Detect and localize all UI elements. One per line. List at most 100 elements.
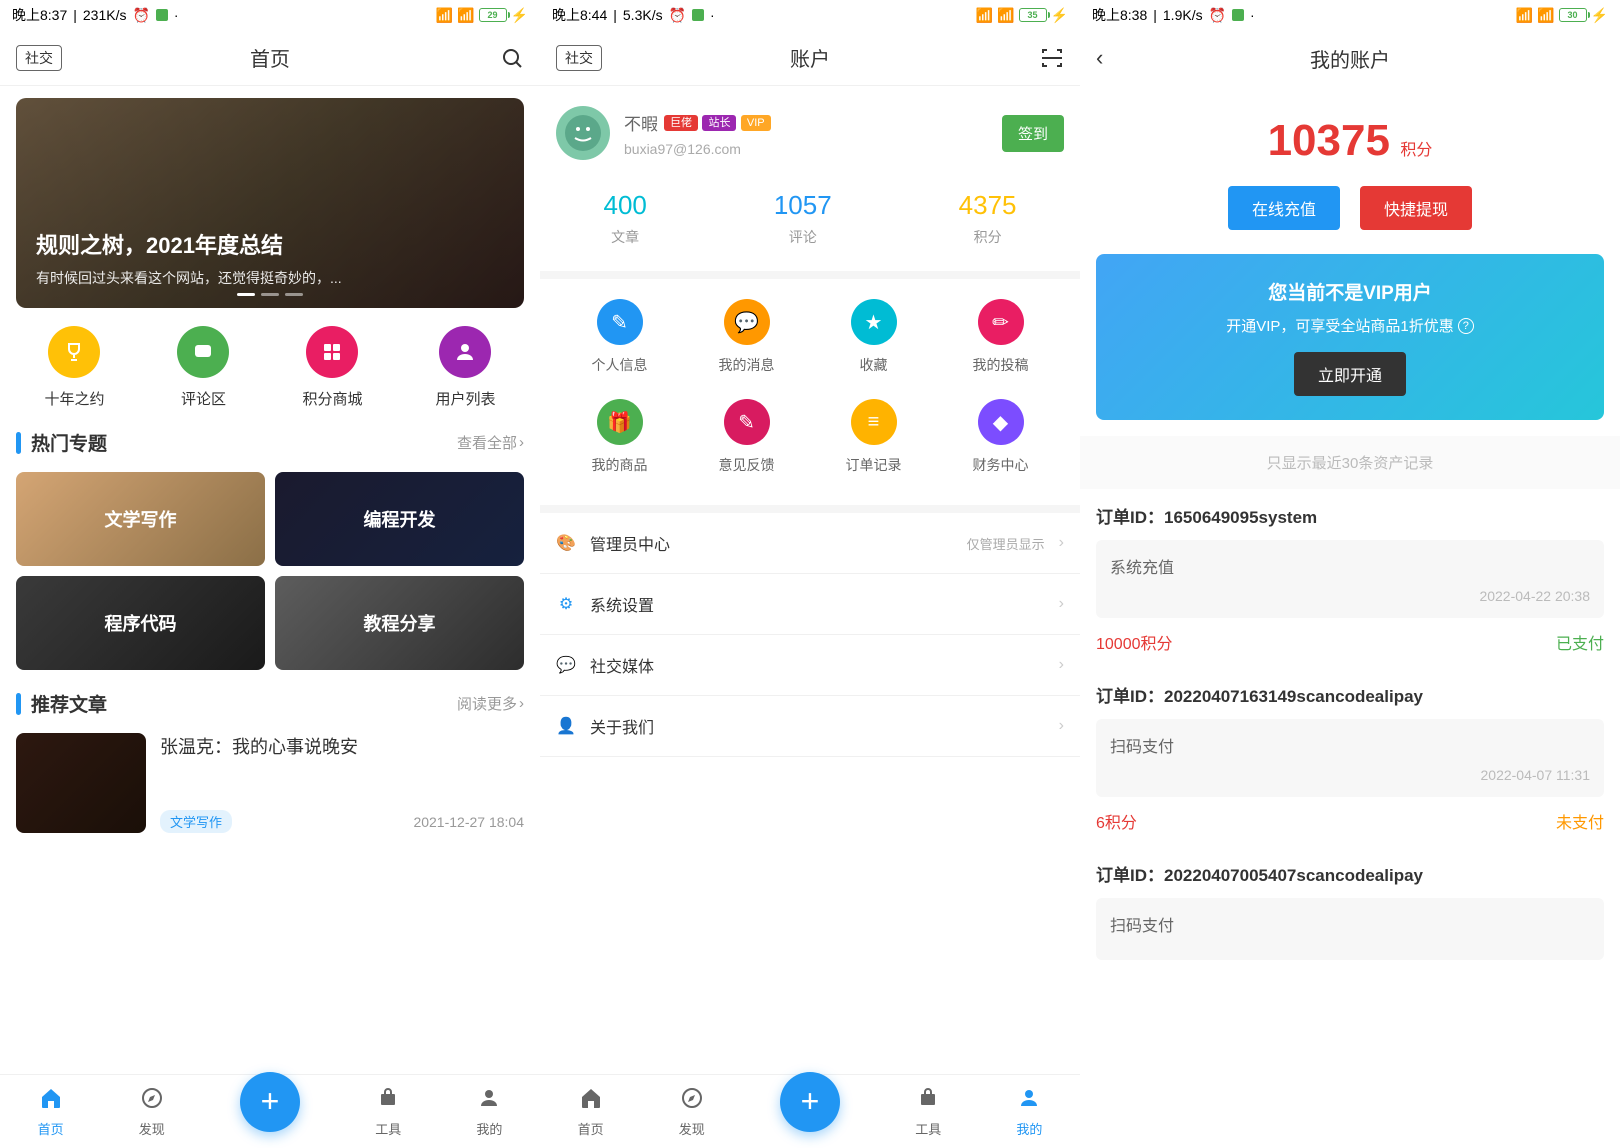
list-menu-item[interactable]: 🎨 管理员中心 仅管理员显示 › xyxy=(540,513,1080,574)
screen-my-account: 晚上8:38 | 1.9K/s ⏰ · 📶 📶 30 ⚡ ‹ 我的账户 1037… xyxy=(1080,0,1620,1148)
checkin-button[interactable]: 签到 xyxy=(1002,115,1064,152)
topic-card[interactable]: 教程分享 xyxy=(275,576,524,670)
hot-topics-title: 热门专题 xyxy=(16,429,107,456)
grid-menu-label: 收藏 xyxy=(860,355,888,375)
chevron-right-icon: › xyxy=(1059,595,1064,613)
nav-tools[interactable]: 工具 xyxy=(915,1086,941,1138)
compass-icon xyxy=(140,1086,164,1117)
order-id: 订单ID：1650649095system xyxy=(1096,503,1604,528)
stat-value: 400 xyxy=(603,190,646,221)
grid-menu-item[interactable]: ◆ 财务中心 xyxy=(937,399,1064,475)
quick-nav-item[interactable]: 十年之约 xyxy=(44,326,104,409)
diamond-icon: ◆ xyxy=(978,399,1024,445)
page-title: 我的账户 xyxy=(1310,44,1390,73)
grid-menu-item[interactable]: ✏ 我的投稿 xyxy=(937,299,1064,375)
hot-topics-more[interactable]: 查看全部› xyxy=(457,432,524,453)
records-hint: 只显示最近30条资产记录 xyxy=(1080,436,1620,489)
stat-item[interactable]: 400 文章 xyxy=(603,190,646,247)
user-icon xyxy=(477,1086,501,1117)
topic-card[interactable]: 编程开发 xyxy=(275,472,524,566)
order-id: 订单ID：20220407005407scancodealipay xyxy=(1096,861,1604,886)
screen-home: 晚上8:37 | 231K/s ⏰ · 📶 📶 29 ⚡ 社交 首页 规则之树，… xyxy=(0,0,540,1148)
home-icon xyxy=(579,1086,603,1117)
status-bar: 晚上8:44 | 5.3K/s ⏰ · 📶 📶 35 ⚡ xyxy=(540,0,1080,30)
bottom-nav: 首页 发现 + 工具 我的 xyxy=(540,1074,1080,1148)
order-item[interactable]: 订单ID：20220407163149scancodealipay 扫码支付 2… xyxy=(1080,668,1620,847)
nav-tools[interactable]: 工具 xyxy=(375,1086,401,1138)
nav-label: 工具 xyxy=(915,1119,941,1138)
quick-nav-item[interactable]: 评论区 xyxy=(177,326,229,409)
quick-nav: 十年之约 评论区 积分商城 用户列表 xyxy=(8,326,532,409)
article-card[interactable]: 张温克：我的心事说晚安 文学写作 2021-12-27 18:04 xyxy=(16,733,524,833)
list-menu-item[interactable]: 💬 社交媒体 › xyxy=(540,635,1080,696)
list-menu-item[interactable]: ⚙ 系统设置 › xyxy=(540,574,1080,635)
vip-card: 您当前不是VIP用户 开通VIP，可享受全站商品1折优惠 ? 立即开通 xyxy=(1096,254,1604,420)
nav-compass[interactable]: 发现 xyxy=(679,1086,705,1138)
grid-menu-label: 我的商品 xyxy=(592,455,648,475)
recommended-more[interactable]: 阅读更多› xyxy=(457,693,524,714)
article-tag: 文学写作 xyxy=(160,810,232,833)
quick-nav-item[interactable]: 用户列表 xyxy=(435,326,495,409)
order-item[interactable]: 订单ID：20220407005407scancodealipay 扫码支付 xyxy=(1080,847,1620,974)
order-amount: 10000积分 xyxy=(1096,630,1173,654)
vip-title: 您当前不是VIP用户 xyxy=(1120,278,1580,305)
search-icon[interactable] xyxy=(500,46,524,70)
nav-user[interactable]: 我的 xyxy=(476,1086,502,1138)
page-title: 账户 xyxy=(790,43,830,72)
order-item[interactable]: 订单ID：1650649095system 系统充值 2022-04-22 20… xyxy=(1080,489,1620,668)
wifi-icon: 📶 xyxy=(457,7,474,24)
action-button[interactable]: 快捷提现 xyxy=(1360,186,1472,230)
header-tag[interactable]: 社交 xyxy=(16,45,62,71)
about-icon: 👤 xyxy=(556,716,576,736)
banner-indicator xyxy=(237,293,303,296)
grid-menu-item[interactable]: ≡ 订单记录 xyxy=(810,399,937,475)
action-button[interactable]: 在线充值 xyxy=(1228,186,1340,230)
back-button[interactable]: ‹ xyxy=(1096,45,1103,71)
order-id: 订单ID：20220407163149scancodealipay xyxy=(1096,682,1604,707)
status-time: 晚上8:44 xyxy=(552,5,607,25)
action-buttons: 在线充值快捷提现 xyxy=(1080,186,1620,254)
grid-icon xyxy=(306,326,358,378)
help-icon[interactable]: ? xyxy=(1458,318,1474,334)
scan-icon[interactable] xyxy=(1040,46,1064,70)
user-icon xyxy=(439,326,491,378)
status-time: 晚上8:38 xyxy=(1092,5,1147,25)
status-time: 晚上8:37 xyxy=(12,5,67,25)
list-menu-item[interactable]: 👤 关于我们 › xyxy=(540,696,1080,757)
bottom-nav: 首页 发现 + 工具 我的 xyxy=(0,1074,540,1148)
nav-home[interactable]: 首页 xyxy=(38,1086,64,1138)
topic-card[interactable]: 程序代码 xyxy=(16,576,265,670)
list-menu: 🎨 管理员中心 仅管理员显示 › ⚙ 系统设置 › 💬 社交媒体 › 👤 关于我… xyxy=(540,505,1080,757)
grid-menu-item[interactable]: 🎁 我的商品 xyxy=(556,399,683,475)
topic-card[interactable]: 文学写作 xyxy=(16,472,265,566)
grid-menu-item[interactable]: ✎ 个人信息 xyxy=(556,299,683,375)
banner-title: 规则之树，2021年度总结 xyxy=(36,228,504,260)
app-icon xyxy=(692,9,704,21)
user-icon xyxy=(1017,1086,1041,1117)
grid-menu: ✎ 个人信息 💬 我的消息 ★ 收藏 ✏ 我的投稿 🎁 我的商品 ✎ 意见反馈 … xyxy=(540,271,1080,505)
order-status: 已支付 xyxy=(1556,630,1604,654)
points-label: 积分 xyxy=(1400,142,1432,159)
stat-item[interactable]: 4375 积分 xyxy=(959,190,1017,247)
grid-menu-label: 订单记录 xyxy=(846,455,902,475)
nav-compass[interactable]: 发现 xyxy=(139,1086,165,1138)
nav-user[interactable]: 我的 xyxy=(1016,1086,1042,1138)
header: 社交 账户 xyxy=(540,30,1080,86)
hero-banner[interactable]: 规则之树，2021年度总结 有时候回过头来看这个网站，还觉得挺奇妙的，... xyxy=(16,98,524,308)
header-tag[interactable]: 社交 xyxy=(556,45,602,71)
stat-label: 文章 xyxy=(611,227,639,247)
grid-menu-item[interactable]: ✎ 意见反馈 xyxy=(683,399,810,475)
stat-item[interactable]: 1057 评论 xyxy=(774,190,832,247)
header: ‹ 我的账户 xyxy=(1080,30,1620,86)
profile-name: 不暇 xyxy=(624,110,658,135)
edit-icon: ✏ xyxy=(978,299,1024,345)
add-button[interactable]: + xyxy=(780,1072,840,1132)
quick-nav-item[interactable]: 积分商城 xyxy=(302,326,362,409)
avatar[interactable] xyxy=(556,106,610,160)
vip-open-button[interactable]: 立即开通 xyxy=(1294,352,1406,396)
grid-menu-item[interactable]: ★ 收藏 xyxy=(810,299,937,375)
nav-home[interactable]: 首页 xyxy=(578,1086,604,1138)
chat-icon xyxy=(177,326,229,378)
grid-menu-item[interactable]: 💬 我的消息 xyxy=(683,299,810,375)
add-button[interactable]: + xyxy=(240,1072,300,1132)
